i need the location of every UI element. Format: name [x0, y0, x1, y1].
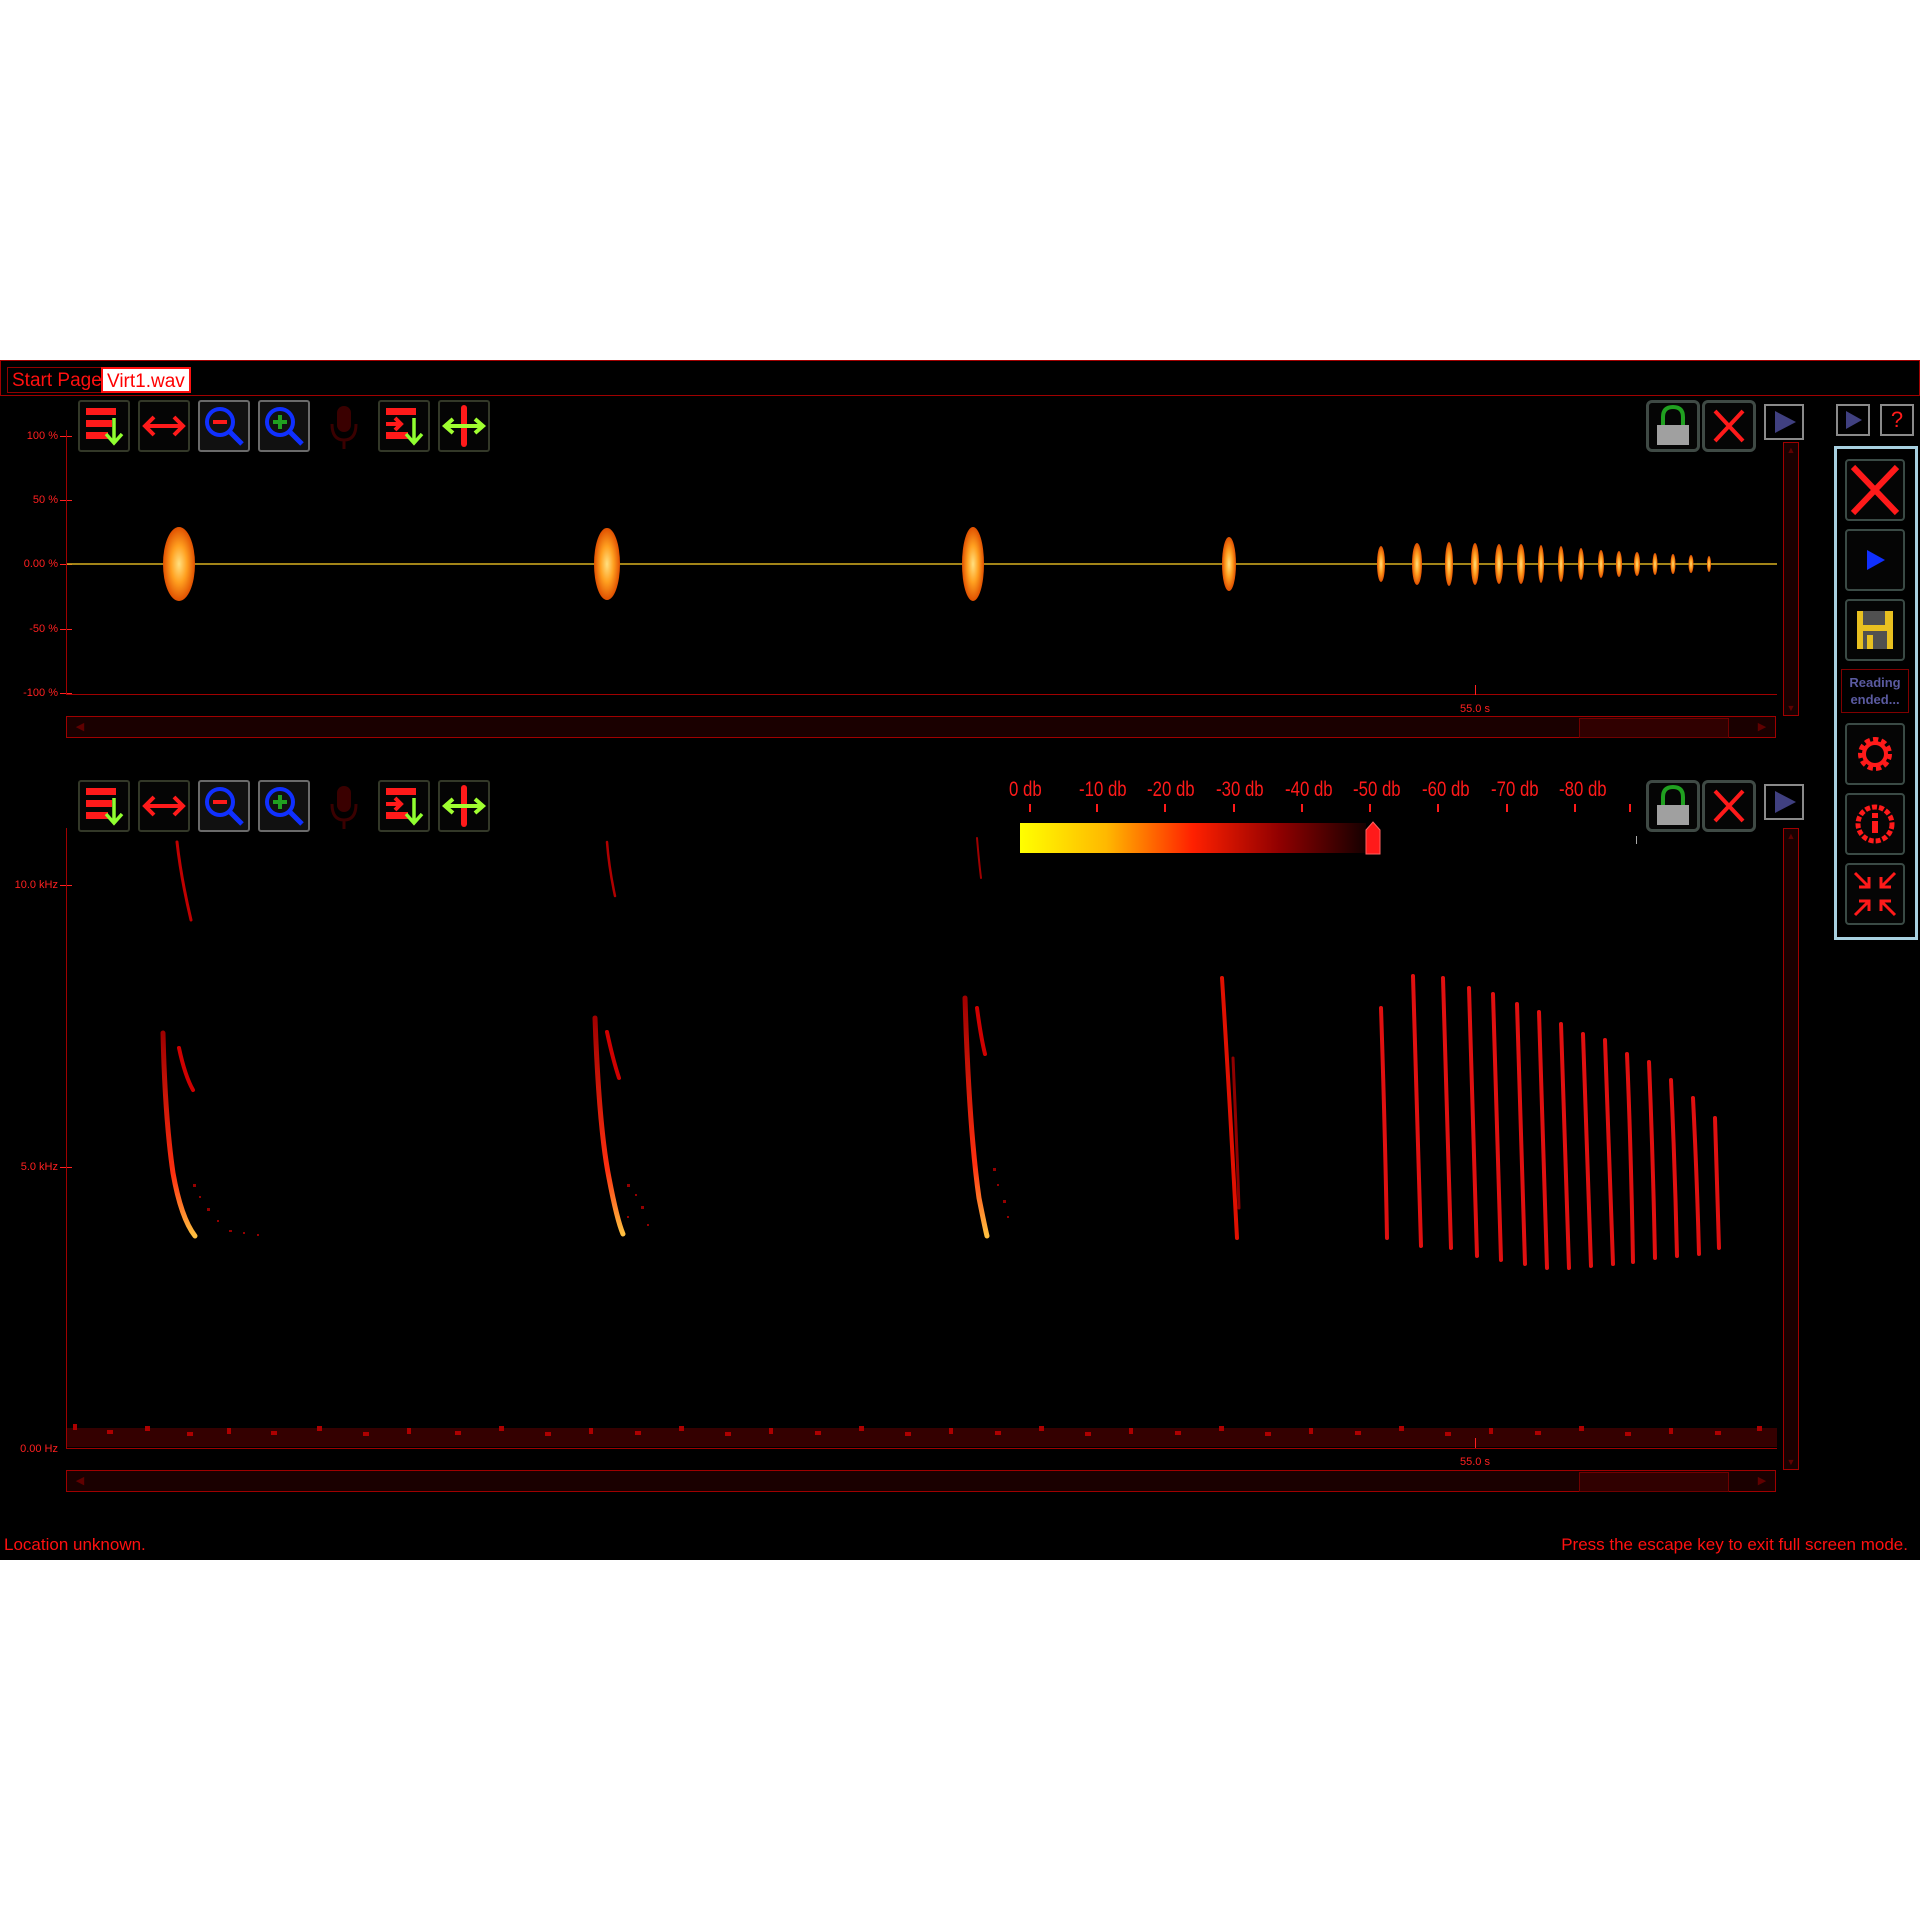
insert-icon — [386, 788, 424, 826]
tab-virt1-wav[interactable]: Virt1.wav — [101, 367, 191, 393]
scroll-thumb[interactable] — [1579, 718, 1729, 738]
scroll-left-icon[interactable]: ◀ — [69, 1473, 91, 1489]
exit-fullscreen-icon — [1853, 871, 1897, 917]
play-icon — [1867, 550, 1885, 570]
time-marker: 55.0 s — [1460, 1456, 1490, 1468]
lock-button[interactable] — [1646, 780, 1700, 832]
scroll-thumb[interactable] — [1579, 1472, 1729, 1492]
scroll-right-icon[interactable]: ▶ — [1751, 1473, 1773, 1489]
info-icon — [1855, 804, 1895, 844]
side-panel: Reading ended... — [1834, 446, 1918, 940]
db-label: -50 db — [1353, 778, 1401, 801]
y-tick-label: 0.00 % — [23, 558, 58, 570]
save-button[interactable] — [1845, 599, 1905, 661]
close-view-button[interactable] — [1702, 780, 1756, 832]
fit-width-icon — [142, 795, 186, 817]
scroll-up-icon[interactable]: ▲ — [1784, 831, 1798, 841]
db-label: -10 db — [1079, 778, 1127, 801]
close-icon — [1850, 464, 1900, 516]
zoom-in-button[interactable] — [258, 780, 310, 832]
spectrogram-plot[interactable] — [66, 828, 1777, 1449]
zoom-in-icon — [265, 787, 304, 826]
exit-fullscreen-button[interactable] — [1845, 863, 1905, 925]
side-play-button[interactable] — [1845, 529, 1905, 591]
time-marker: 55.0 s — [1460, 703, 1490, 715]
fullscreen-hint: Press the escape key to exit full screen… — [1561, 1535, 1908, 1554]
waveform-graphic — [67, 527, 1777, 601]
scroll-right-icon[interactable]: ▶ — [1751, 719, 1773, 735]
y-tick-label: 10.0 kHz — [14, 879, 58, 891]
save-icon — [1857, 611, 1893, 649]
db-label: -70 db — [1491, 778, 1539, 801]
y-tick-label: 100 % — [26, 430, 58, 442]
waveform-horizontal-scrollbar[interactable]: ◀ ▶ — [66, 716, 1776, 738]
location-status: Location unknown. — [4, 1535, 146, 1554]
y-tick-label: 5.0 kHz — [20, 1161, 58, 1173]
spectrogram-graphic — [67, 837, 1777, 1447]
y-tick-label: 0.00 Hz — [20, 1443, 58, 1455]
play-icon — [1775, 791, 1796, 813]
zoom-out-button[interactable] — [198, 780, 250, 832]
close-icon — [1713, 789, 1745, 823]
fit-width-button[interactable] — [138, 780, 190, 832]
time-tick — [1475, 685, 1476, 695]
scroll-down-icon[interactable]: ▼ — [1784, 1457, 1798, 1467]
move-icon — [441, 785, 487, 827]
microphone-button[interactable] — [324, 782, 364, 832]
y-tick-label: -50 % — [29, 623, 58, 635]
tab-bar: Start Page Virt1.wav — [0, 360, 1920, 396]
db-ticks — [1029, 804, 1631, 812]
lock-icon — [1657, 784, 1689, 825]
waveform-vertical-scrollbar[interactable]: ▲ ▼ — [1783, 442, 1799, 716]
move-button[interactable] — [438, 780, 490, 832]
scroll-left-icon[interactable]: ◀ — [69, 719, 91, 735]
menu-down-icon — [86, 788, 124, 826]
scroll-down-icon[interactable]: ▼ — [1784, 703, 1798, 713]
settings-button[interactable] — [1845, 723, 1905, 785]
spectrogram-horizontal-scrollbar[interactable]: ◀ ▶ — [66, 1470, 1776, 1492]
db-label: -60 db — [1422, 778, 1470, 801]
time-tick — [1475, 1438, 1476, 1448]
tab-start-page[interactable]: Start Page — [7, 367, 107, 393]
db-label: -20 db — [1147, 778, 1195, 801]
help-button[interactable]: ? — [1880, 404, 1914, 436]
play-icon — [1846, 411, 1862, 429]
info-button[interactable] — [1845, 793, 1905, 855]
reading-status: Reading ended... — [1841, 669, 1909, 713]
scroll-up-icon[interactable]: ▲ — [1784, 445, 1798, 455]
microphone-icon — [330, 786, 358, 829]
db-label: 0 db — [1009, 778, 1042, 801]
insert-button[interactable] — [378, 780, 430, 832]
close-file-button[interactable] — [1845, 459, 1905, 521]
y-tick-label: 50 % — [32, 494, 58, 506]
zoom-out-icon — [205, 787, 244, 826]
spectrogram-vertical-scrollbar[interactable]: ▲ ▼ — [1783, 828, 1799, 1470]
db-label: -40 db — [1285, 778, 1333, 801]
waveform-plot[interactable] — [66, 430, 1777, 695]
db-label: -80 db — [1559, 778, 1607, 801]
settings-icon — [1858, 737, 1892, 771]
y-tick-label: -100 % — [23, 687, 58, 699]
db-label: -30 db — [1216, 778, 1264, 801]
global-play-button[interactable] — [1836, 404, 1870, 436]
app-window: Start Page Virt1.wav 100 % 50 % 0.00 % -… — [0, 360, 1920, 1560]
play-button[interactable] — [1764, 784, 1804, 820]
menu-down-button[interactable] — [78, 780, 130, 832]
